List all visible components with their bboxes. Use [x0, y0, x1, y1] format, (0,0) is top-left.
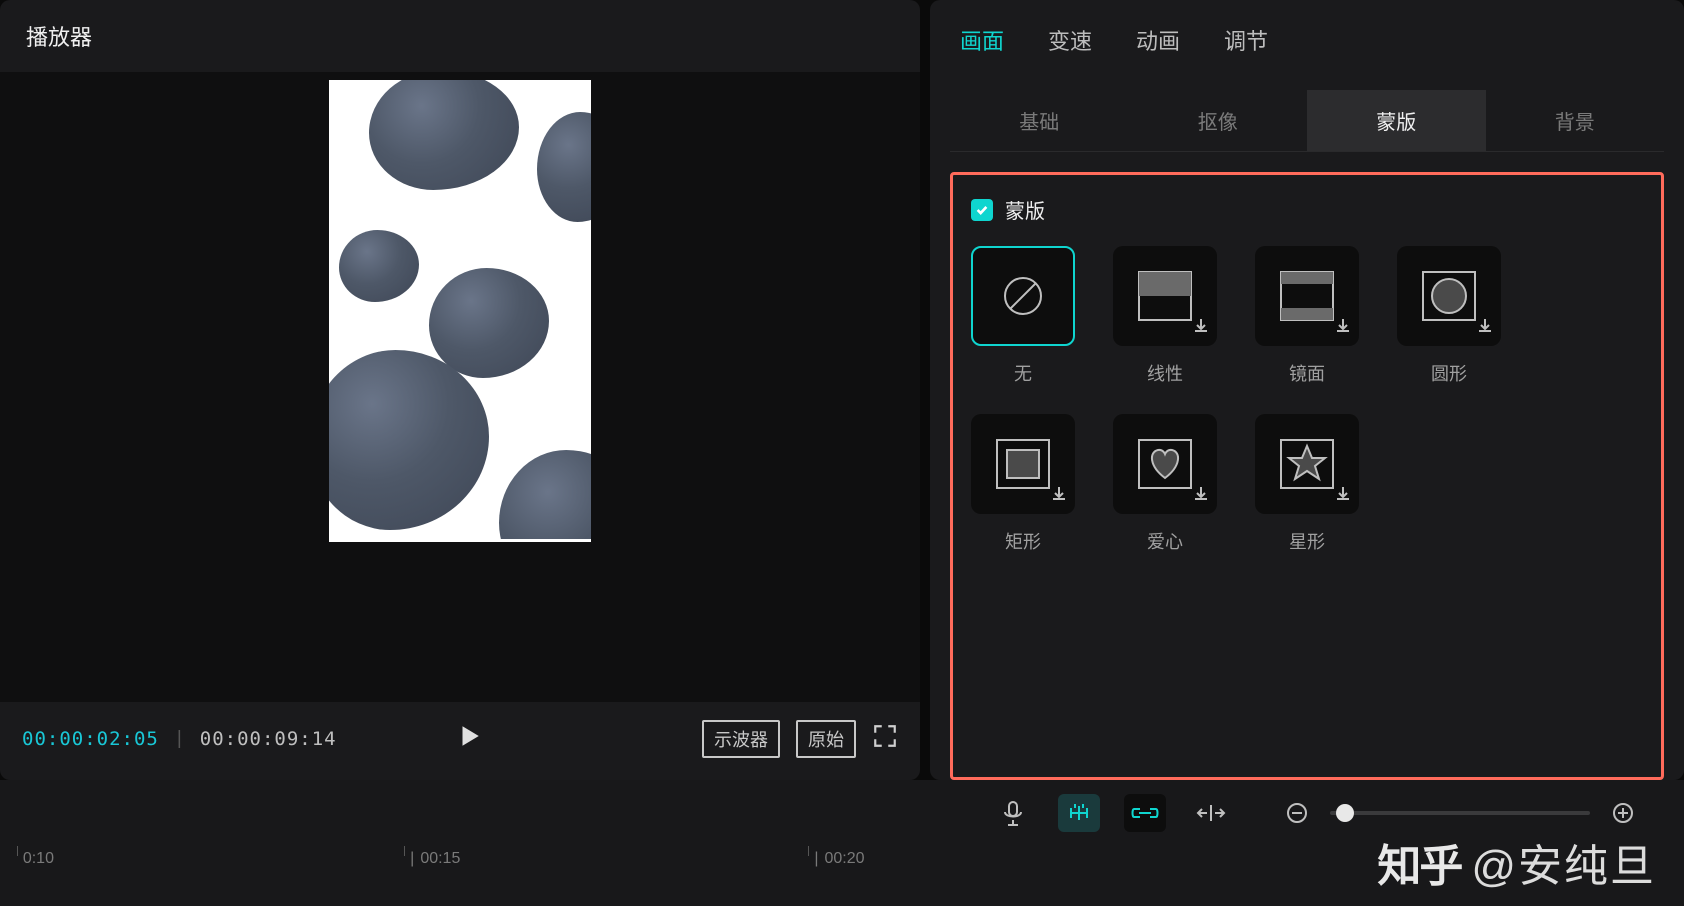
magnet-button[interactable] — [1058, 794, 1100, 832]
property-panel: 画面 变速 动画 调节 基础 抠像 蒙版 背景 蒙版 — [930, 0, 1684, 780]
zoom-control — [1276, 794, 1644, 832]
mask-item-none: 无 — [971, 246, 1075, 386]
link-icon — [1130, 804, 1160, 822]
none-icon — [1001, 274, 1045, 318]
download-icon — [1335, 317, 1351, 338]
split-button[interactable] — [1190, 794, 1232, 832]
link-button[interactable] — [1124, 794, 1166, 832]
download-icon — [1051, 485, 1067, 506]
mask-item-circle: 圆形 — [1397, 246, 1501, 386]
zoom-out-button[interactable] — [1276, 794, 1318, 832]
mask-item-rect: 矩形 — [971, 414, 1075, 554]
timeline-tick: |00:15 — [404, 850, 460, 868]
mask-grid: 无 线性 — [971, 246, 1643, 554]
download-icon — [1193, 485, 1209, 506]
subtab-basic[interactable]: 基础 — [950, 90, 1129, 151]
subtab-cutout[interactable]: 抠像 — [1129, 90, 1308, 151]
timecode-current: 00:00:02:05 — [22, 728, 159, 750]
mask-item-star: 星形 — [1255, 414, 1359, 554]
zhihu-logo: 知乎 — [1377, 830, 1461, 894]
mask-label-mirror: 镜面 — [1289, 360, 1325, 386]
timecode-separator: | — [177, 728, 182, 750]
linear-icon — [1135, 268, 1195, 324]
mask-enable-label: 蒙版 — [1005, 195, 1045, 224]
watermark-author: @安纯旦 — [1471, 830, 1656, 894]
mic-icon — [1002, 800, 1024, 826]
tab-animation[interactable]: 动画 — [1136, 24, 1180, 60]
circle-icon — [1419, 268, 1479, 324]
mask-label-rect: 矩形 — [1005, 528, 1041, 554]
play-icon — [456, 723, 482, 749]
timecode-total: 00:00:09:14 — [200, 728, 337, 750]
mask-label-star: 星形 — [1289, 528, 1325, 554]
mask-item-heart: 爱心 — [1113, 414, 1217, 554]
mask-thumb-linear[interactable] — [1113, 246, 1217, 346]
mic-button[interactable] — [992, 794, 1034, 832]
mask-item-mirror: 镜面 — [1255, 246, 1359, 386]
mask-thumb-rect[interactable] — [971, 414, 1075, 514]
subtab-background[interactable]: 背景 — [1486, 90, 1665, 151]
property-tabs: 画面 变速 动画 调节 — [950, 0, 1664, 70]
tab-picture[interactable]: 画面 — [960, 24, 1004, 60]
mask-thumb-star[interactable] — [1255, 414, 1359, 514]
mask-thumb-mirror[interactable] — [1255, 246, 1359, 346]
scope-button[interactable]: 示波器 — [702, 720, 780, 758]
heart-icon — [1135, 436, 1195, 492]
mask-thumb-circle[interactable] — [1397, 246, 1501, 346]
download-icon — [1193, 317, 1209, 338]
mask-enable-row: 蒙版 — [971, 195, 1643, 224]
zoom-slider-thumb[interactable] — [1336, 804, 1354, 822]
watermark: 知乎 @安纯旦 — [1377, 830, 1656, 894]
play-button[interactable] — [456, 723, 482, 755]
mask-section: 蒙版 无 — [950, 172, 1664, 780]
mask-label-none: 无 — [1014, 360, 1032, 386]
split-icon — [1196, 803, 1226, 823]
zoom-in-button[interactable] — [1602, 794, 1644, 832]
timeline-tick: |00:20 — [808, 850, 864, 868]
tab-speed[interactable]: 变速 — [1048, 24, 1092, 60]
zoom-slider[interactable] — [1330, 811, 1590, 815]
player-title: 播放器 — [0, 0, 920, 72]
fullscreen-button[interactable] — [872, 723, 898, 755]
zoom-out-icon — [1286, 802, 1308, 824]
player-stage[interactable] — [0, 72, 920, 702]
player-panel: 播放器 00:00:02:05 | 00:00:09:14 示波器 原始 — [0, 0, 920, 780]
mirror-icon — [1277, 268, 1337, 324]
download-icon — [1477, 317, 1493, 338]
mask-label-circle: 圆形 — [1431, 360, 1467, 386]
check-icon — [975, 203, 989, 217]
tab-adjust[interactable]: 调节 — [1224, 24, 1268, 60]
sub-tabs: 基础 抠像 蒙版 背景 — [950, 90, 1664, 152]
star-icon — [1277, 436, 1337, 492]
mask-enable-checkbox[interactable] — [971, 199, 993, 221]
player-canvas[interactable] — [329, 80, 591, 542]
download-icon — [1335, 485, 1351, 506]
rect-icon — [993, 436, 1053, 492]
mask-item-linear: 线性 — [1113, 246, 1217, 386]
original-button[interactable]: 原始 — [796, 720, 856, 758]
mask-thumb-heart[interactable] — [1113, 414, 1217, 514]
player-controls: 00:00:02:05 | 00:00:09:14 示波器 原始 — [0, 702, 920, 780]
subtab-mask[interactable]: 蒙版 — [1307, 90, 1486, 151]
zoom-in-icon — [1612, 802, 1634, 824]
mask-label-heart: 爱心 — [1147, 528, 1183, 554]
mask-thumb-none[interactable] — [971, 246, 1075, 346]
magnet-icon — [1066, 802, 1092, 824]
timeline-tick: 0:10 — [17, 850, 54, 868]
mask-label-linear: 线性 — [1147, 360, 1183, 386]
fullscreen-icon — [872, 723, 898, 749]
